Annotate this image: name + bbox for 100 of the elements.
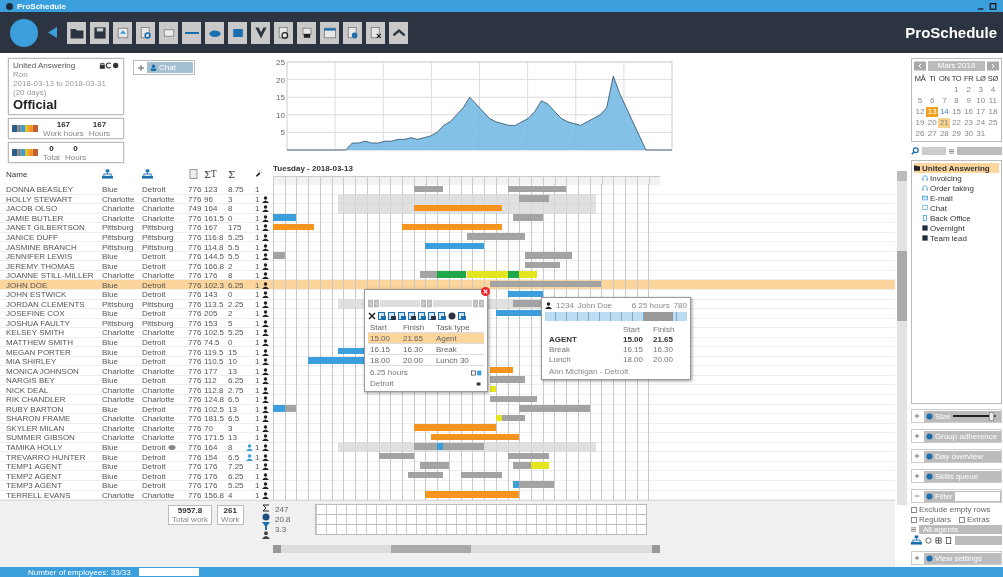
- wrench-icon[interactable]: [255, 169, 262, 179]
- search-field[interactable]: [922, 147, 946, 155]
- calendar-day[interactable]: 24: [974, 117, 987, 128]
- previous-month-button[interactable]: [914, 61, 926, 71]
- person-icon[interactable]: [262, 234, 269, 241]
- employee-row[interactable]: TEMP1 AGENT Blue Detroit 776 176 7.25 1: [0, 461, 895, 472]
- maximize-icon[interactable]: [989, 2, 997, 10]
- dropdown-field[interactable]: [957, 147, 1002, 155]
- employee-row[interactable]: JANET GILBERTSON Pittsburg Pittsburg 776 167 175 1: [0, 223, 895, 233]
- tree-item[interactable]: E-mail: [914, 193, 999, 203]
- shift-bar[interactable]: [513, 300, 543, 307]
- expand-icon[interactable]: [914, 413, 920, 419]
- employee-row[interactable]: SKYLER MILAN Charlotte Charlotte 776 70 3 1: [0, 423, 895, 434]
- employee-row[interactable]: JACOB OLSO Charlotte Charlotte 749 164 8 1: [0, 204, 895, 214]
- employee-row[interactable]: TEMP2 AGENT Blue Detroit 776 176 6.25 1: [0, 471, 895, 481]
- calendar-day[interactable]: 29: [950, 128, 963, 139]
- calendar-day[interactable]: 26: [914, 128, 927, 139]
- person-icon[interactable]: [262, 377, 269, 385]
- document-icon[interactable]: [388, 312, 396, 320]
- task-row[interactable]: 15.00 21.65 Agent: [368, 333, 484, 344]
- document-icon[interactable]: [945, 536, 952, 544]
- calendar-day[interactable]: 18: [986, 106, 999, 117]
- funnel-icon[interactable]: [262, 522, 270, 530]
- tree-item[interactable]: Invoicing: [914, 173, 999, 183]
- tree-item[interactable]: Order taking: [914, 183, 999, 193]
- shift-bar[interactable]: [495, 309, 543, 317]
- employee-row[interactable]: DONNA BEASLEY Blue Detroit 776 123 8.75 1: [0, 185, 895, 195]
- shift-bar[interactable]: [525, 261, 561, 269]
- expand-icon[interactable]: [138, 64, 144, 71]
- calendar-day[interactable]: 12: [914, 106, 927, 117]
- shift-bar[interactable]: [308, 357, 367, 364]
- column-header[interactable]: Σ: [228, 168, 246, 180]
- calendar-day[interactable]: 23: [962, 117, 975, 128]
- grid-icon[interactable]: [935, 536, 942, 544]
- task-row[interactable]: 16.15 16.30 Break: [368, 344, 484, 355]
- calendar-day[interactable]: 16: [962, 106, 975, 117]
- shift-bar[interactable]: [489, 366, 514, 374]
- person-icon[interactable]: [262, 434, 269, 442]
- person-icon[interactable]: [262, 358, 269, 366]
- shift-bar[interactable]: [419, 271, 438, 278]
- shift-bar[interactable]: [437, 271, 467, 278]
- org-chart-icon[interactable]: [142, 169, 153, 179]
- employee-row[interactable]: RUBY BARTON Blue Detroit 776 102.5 13 1: [0, 404, 895, 415]
- document-icon[interactable]: [428, 312, 436, 320]
- slider-thumb[interactable]: [988, 411, 994, 421]
- save-button[interactable]: [90, 21, 109, 44]
- calendar-day[interactable]: 8: [950, 95, 963, 106]
- checkbox[interactable]: Exclude empty rows: [911, 505, 1002, 514]
- person-icon[interactable]: [262, 531, 270, 539]
- person-icon[interactable]: [262, 463, 269, 471]
- org-chart-icon[interactable]: [102, 169, 113, 179]
- calendar-day[interactable]: 27: [926, 128, 939, 139]
- shift-bar[interactable]: [407, 471, 444, 479]
- person-icon[interactable]: [262, 444, 269, 452]
- calendar-day[interactable]: 1: [950, 84, 963, 95]
- horizontal-scrollbar[interactable]: [273, 545, 660, 553]
- person-icon[interactable]: [262, 482, 269, 490]
- shift-bar[interactable]: [413, 443, 438, 450]
- expand-icon[interactable]: [914, 473, 920, 479]
- time-field[interactable]: [432, 300, 472, 307]
- person-icon[interactable]: [262, 291, 269, 299]
- calendar-day[interactable]: 30: [962, 128, 975, 139]
- shift-bar[interactable]: [337, 347, 367, 355]
- plan-actions-icon[interactable]: [99, 62, 119, 69]
- shift-bar[interactable]: [378, 452, 414, 460]
- circle-icon[interactable]: [262, 513, 270, 521]
- shift-bar[interactable]: [507, 290, 543, 297]
- document-icon[interactable]: [408, 312, 416, 320]
- employee-row[interactable]: SUMMER GIBSON Charlotte Charlotte 776 171.5 13 1: [0, 433, 895, 443]
- calendar-day[interactable]: 14: [938, 106, 951, 117]
- shift-bar[interactable]: [413, 185, 444, 192]
- shift-bar[interactable]: [489, 395, 537, 403]
- collapse-button[interactable]: [389, 21, 408, 44]
- search-button[interactable]: [136, 21, 155, 44]
- selected-employee-row[interactable]: JOHN DOE Blue Detroit 776 102.3 6.25 1: [0, 280, 895, 290]
- employee-row[interactable]: JASMINE BRANCH Pittsburg Pittsburg 776 114.8 5.5 1: [0, 242, 895, 252]
- person-icon[interactable]: [262, 310, 269, 318]
- calendar-day[interactable]: 4: [986, 84, 999, 95]
- calendar-day[interactable]: 5: [914, 95, 927, 106]
- shift-bar[interactable]: [507, 185, 567, 192]
- shift-bar[interactable]: [419, 462, 449, 469]
- employee-row[interactable]: TEMP3 AGENT Blue Detroit 776 176 5.25 1: [0, 480, 895, 491]
- shift-bar[interactable]: [501, 414, 526, 422]
- shift-bar[interactable]: [402, 223, 502, 231]
- tree-item[interactable]: Overnight: [914, 223, 999, 233]
- expand-icon[interactable]: [914, 433, 920, 439]
- calendar-day[interactable]: 31: [974, 128, 987, 139]
- shift-bar[interactable]: [460, 471, 502, 479]
- time-field[interactable]: [380, 300, 420, 307]
- search-icon[interactable]: [911, 147, 919, 155]
- person-icon[interactable]: [262, 272, 269, 280]
- person-icon[interactable]: [262, 329, 269, 337]
- person-icon[interactable]: [262, 205, 269, 213]
- person-icon[interactable]: [262, 415, 269, 423]
- calendar-day[interactable]: 9: [962, 95, 975, 106]
- cross-icon[interactable]: [368, 312, 376, 320]
- expand-icon[interactable]: [914, 453, 920, 459]
- home-circle-button[interactable]: [10, 18, 38, 47]
- employee-row[interactable]: SHARON FRAME Charlotte Charlotte 776 181.5 6.5 1: [0, 414, 895, 424]
- shift-bar[interactable]: [507, 271, 520, 278]
